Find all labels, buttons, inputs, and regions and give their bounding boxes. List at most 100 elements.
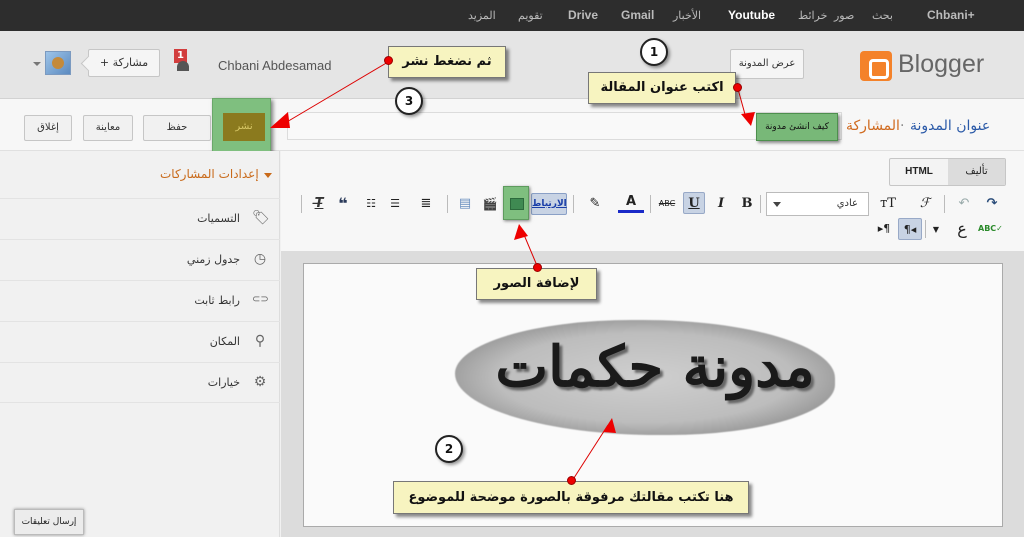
bold-button[interactable]: B [738,193,756,215]
send-feedback-button[interactable]: إرسال تعليقات [14,509,84,535]
link-icon: ⊂⊃ [252,294,269,305]
underline-button[interactable]: U [683,192,705,214]
format-select-value: عادي [836,198,858,209]
clock-icon: ◷ [253,251,267,267]
publish-highlight: نشر [212,98,271,157]
post-title-row: عنوان المدونة · المشاركة حفظ معاينة إغلا… [0,99,1024,151]
quote-button[interactable]: ❝ [334,193,352,215]
ltr-button[interactable]: ▸¶ [874,218,894,240]
bell-icon [177,61,189,71]
gbar-link-news[interactable]: الأخبار [673,9,701,22]
font-family-icon[interactable]: ℱ [912,193,938,215]
sidebar-item-label: جدول زمني [186,253,240,266]
gear-icon: ⚙ [253,374,267,390]
bullet-list-button[interactable]: ☷ [362,193,380,215]
gbar-link-calendar[interactable]: تقويم [518,9,543,22]
callout-step2: هنا تكتب مقالتك مرفوقة بالصورة موضحة للم… [393,481,749,514]
editor-mode-toggle: HTML تأليف [889,158,1006,186]
font-size-icon[interactable]: тT [874,193,902,215]
toolbar-separator [760,195,761,213]
gbar-link-drive[interactable]: Drive [568,8,598,22]
inserted-image[interactable]: مدونة حكمات [455,300,845,440]
numbered-list-button[interactable]: ☰ [386,193,404,215]
notifications-bell[interactable]: 1 [174,49,194,75]
gbar-link-more[interactable]: المزيد [468,9,496,22]
google-bar: Chbani+ بحث صور خرائط Youtube الأخبار Gm… [0,0,1024,31]
toolbar-separator [944,195,945,213]
share-button[interactable]: + مشاركة [88,49,160,77]
step-number-3: 3 [395,87,423,115]
strikethrough-button[interactable]: ABC [656,193,678,215]
sidebar-item-label: خيارات [207,376,240,389]
spellcheck-button[interactable]: ABC✓ [978,218,1003,240]
sidebar-item-schedule[interactable]: ◷ جدول زمني [0,239,280,280]
view-blog-button[interactable]: عرض المدونة [730,49,804,79]
text-color-button[interactable]: A [618,193,644,213]
gbar-link-gmail[interactable]: Gmail [621,8,654,22]
callout-dot [567,476,576,485]
publish-button[interactable]: نشر [223,113,265,141]
toolbar-separator [447,195,448,213]
highlight-color-button[interactable]: ✎ [582,193,608,215]
toolbar-separator [573,195,574,213]
post-settings-sidebar: إعدادات المشاركات 🏷 التسميات ◷ جدول زمني… [0,151,280,537]
image-calligraphy-text: مدونة حكمات [495,334,815,400]
blogger-logo-icon[interactable] [860,51,892,81]
preview-button[interactable]: معاينة [83,115,133,141]
user-name[interactable]: Chbani Abdesamad [218,58,331,73]
italic-button[interactable]: I [712,193,730,215]
alignment-button[interactable]: ≣ [412,193,440,215]
jump-break-button[interactable]: ▤ [456,193,474,215]
remove-formatting-button[interactable]: T̶ [309,193,329,215]
toolbar-separator [650,195,651,213]
tab-compose[interactable]: تأليف [948,159,1005,185]
toolbar-separator [301,195,302,213]
sidebar-item-label: التسميات [197,212,240,225]
format-select[interactable]: عادي [766,192,869,216]
post-settings-heading[interactable]: إعدادات المشاركات [160,167,259,181]
redo-icon[interactable]: ↷ [983,193,1001,215]
sidebar-item-labels[interactable]: 🏷 التسميات [0,198,280,239]
sidebar-item-options[interactable]: ⚙ خيارات [0,362,280,403]
chevron-down-icon [773,202,781,207]
breadcrumb-blog-title[interactable]: عنوان المدونة [910,118,990,134]
link-button[interactable]: الارتباط [531,193,567,215]
sidebar-item-permalink[interactable]: ⊂⊃ رابط ثابت [0,280,280,321]
gbar-link-youtube[interactable]: Youtube [728,8,775,22]
sidebar-item-label: المكان [209,335,240,348]
tab-html[interactable]: HTML [890,159,948,185]
toolbar-separator [925,220,926,238]
callout-step1: اكتب عنوان المقالة [588,72,736,104]
account-menu-caret-icon[interactable] [33,62,41,66]
callout-dot [384,56,393,65]
step-number-2: 2 [435,435,463,463]
insert-image-button[interactable] [503,186,529,220]
callout-add-images: لإضافة الصور [476,268,597,300]
close-button[interactable]: إغلاق [24,115,72,141]
callout-dot [533,263,542,272]
breadcrumb-separator: · [900,118,905,134]
breadcrumb-post: المشاركة [846,118,900,134]
input-tools-button[interactable]: ع [951,218,973,240]
callout-dot [733,83,742,92]
blogger-logo-text[interactable]: Blogger [898,50,984,79]
callout-step3: ثم نضغط نشر [388,46,506,78]
location-pin-icon: ⚲ [254,333,266,349]
undo-icon[interactable]: ↶ [955,193,973,215]
gbar-link-images[interactable]: صور [834,9,854,22]
avatar[interactable] [45,51,71,75]
input-tools-caret-icon[interactable]: ▼ [930,219,942,241]
blogger-header: Blogger عرض المدونة Chbani Abdesamad 1 +… [0,31,1024,99]
insert-video-button[interactable]: 🎬 [481,193,499,215]
sidebar-item-location[interactable]: ⚲ المكان [0,321,280,362]
gbar-link-maps[interactable]: خرائط [798,9,827,22]
gbar-link-profile[interactable]: Chbani+ [927,8,975,22]
collapse-caret-icon[interactable] [264,173,272,178]
post-title-value[interactable]: كيف انشئ مدونة [756,113,838,141]
gbar-link-search[interactable]: بحث [872,9,893,22]
save-button[interactable]: حفظ [143,115,211,141]
tag-icon: 🏷 [252,210,270,226]
step-number-1: 1 [640,38,668,66]
rtl-button[interactable]: ¶◂ [898,218,922,240]
sidebar-item-label: رابط ثابت [194,294,240,307]
